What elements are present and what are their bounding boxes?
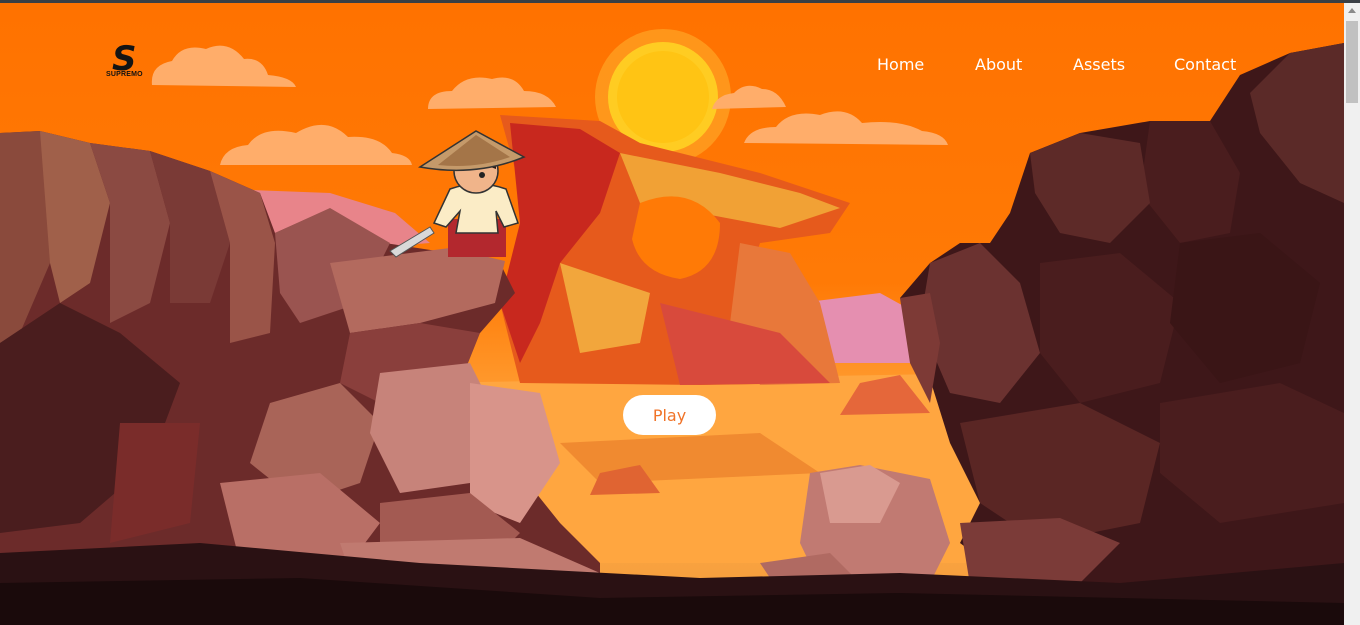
- nav-contact-link[interactable]: Contact: [1174, 55, 1236, 74]
- window-top-border: [0, 0, 1360, 3]
- scrollbar-thumb[interactable]: [1346, 21, 1358, 103]
- nav-assets-link[interactable]: Assets: [1073, 55, 1125, 74]
- hero-section: S SUPREMO Home About Assets Contact Play: [0, 3, 1344, 625]
- vertical-scrollbar[interactable]: [1344, 3, 1360, 625]
- nav-about-link[interactable]: About: [975, 55, 1022, 74]
- nav-home-link[interactable]: Home: [877, 55, 924, 74]
- play-button[interactable]: Play: [623, 395, 716, 435]
- main-navigation: Home About Assets Contact: [0, 55, 1344, 79]
- hero-background-illustration: [0, 29, 1344, 625]
- character-illustration: [389, 130, 526, 258]
- scroll-up-arrow-icon[interactable]: [1344, 3, 1360, 19]
